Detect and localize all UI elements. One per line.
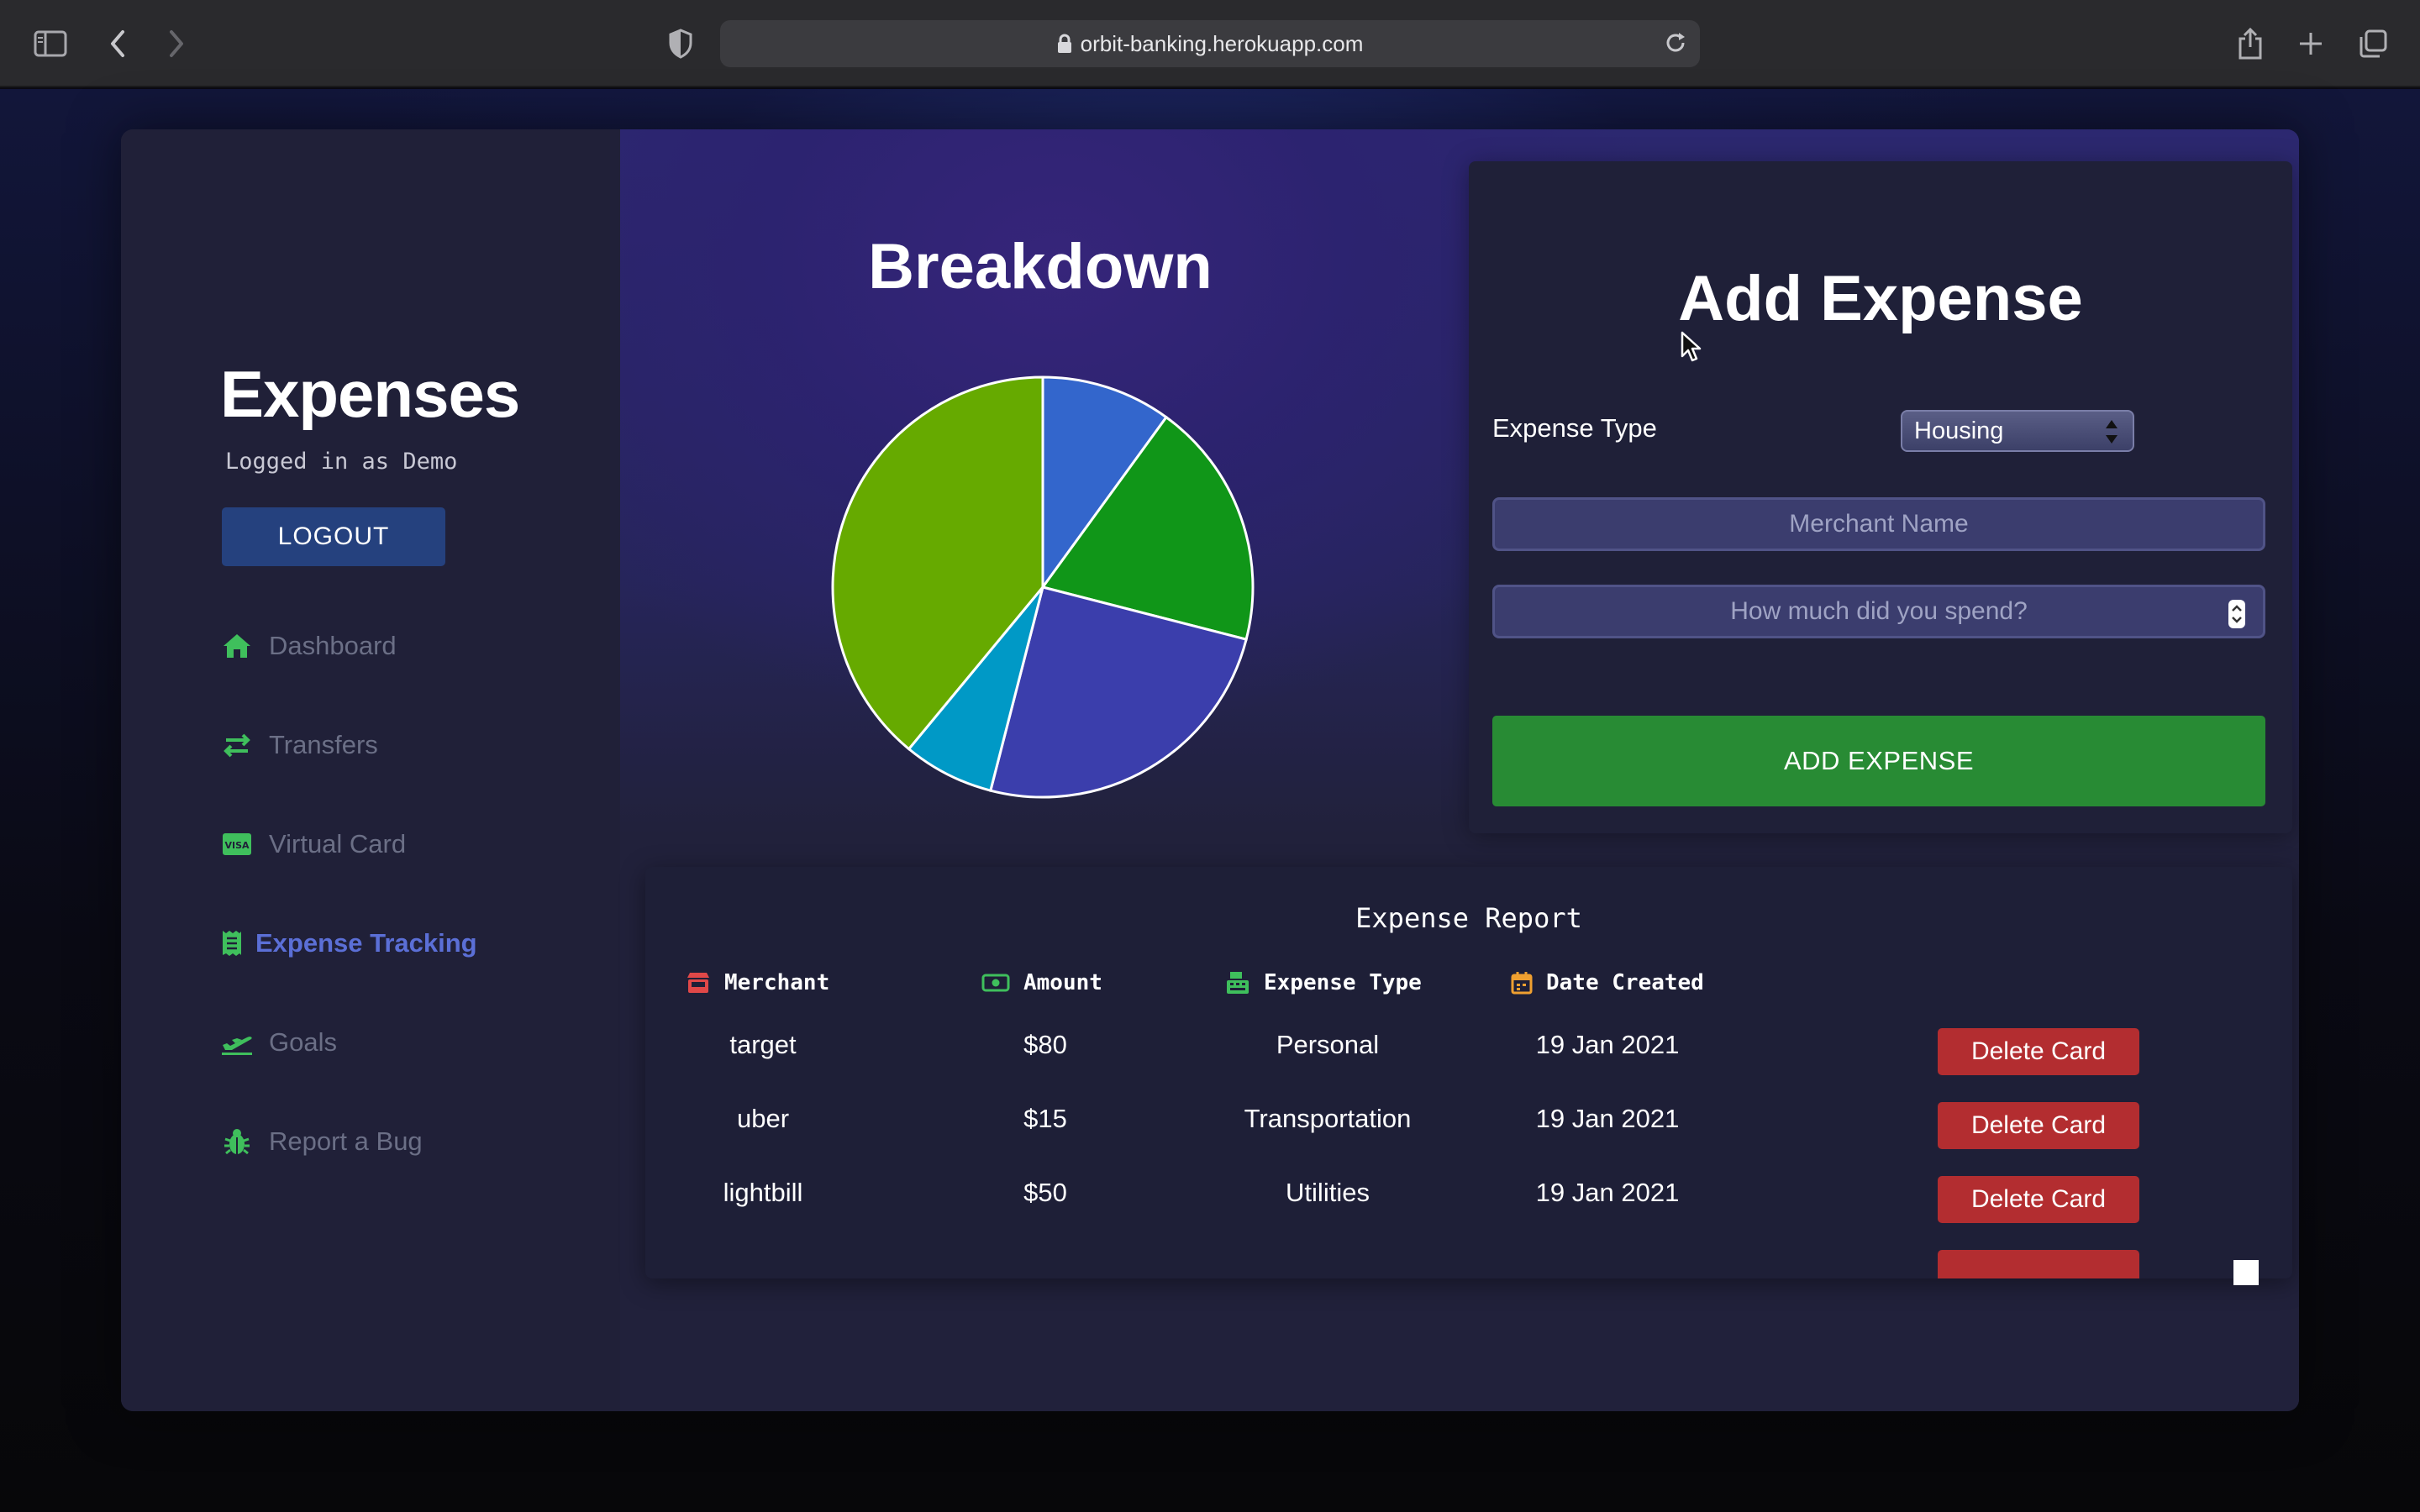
- cell-date: 19 Jan 2021: [1535, 1104, 1680, 1133]
- sidebar-item-dashboard[interactable]: Dashboard: [220, 625, 397, 667]
- merchant-placeholder: Merchant Name: [1789, 510, 1969, 538]
- reload-icon[interactable]: [1663, 30, 1688, 55]
- cell-expense-type: Transportation: [1244, 1104, 1412, 1133]
- column-header-merchant: Merchant: [686, 966, 829, 1000]
- sidebar-item-goals[interactable]: Goals: [220, 1021, 337, 1063]
- delete-card-button-partial[interactable]: [1938, 1250, 2139, 1278]
- expense-type-label: Expense Type: [1492, 413, 1657, 443]
- column-header-expense-type: Expense Type: [1225, 966, 1422, 1000]
- privacy-shield-icon[interactable]: [660, 24, 701, 64]
- tab-overview-icon[interactable]: [2353, 24, 2393, 64]
- calendar-icon: [1511, 971, 1533, 995]
- login-status: Logged in as Demo: [225, 449, 458, 475]
- sidebar-toggle-icon[interactable]: [30, 24, 71, 64]
- cell-amount: $80: [1023, 1030, 1067, 1059]
- address-bar[interactable]: orbit-banking.herokuapp.com: [720, 20, 1700, 67]
- mouse-cursor-icon: [1681, 331, 1702, 366]
- sidebar-item-label: Transfers: [269, 730, 378, 759]
- cell-expense-type: Utilities: [1286, 1178, 1370, 1207]
- lock-icon: [1057, 34, 1072, 54]
- url-text: orbit-banking.herokuapp.com: [1080, 30, 1364, 56]
- delete-card-button[interactable]: Delete Card: [1938, 1176, 2139, 1223]
- add-expense-button[interactable]: ADD EXPENSE: [1492, 716, 2265, 806]
- sidebar-item-label: Virtual Card: [269, 829, 407, 858]
- sidebar-item-expense-tracking[interactable]: Expense Tracking: [220, 922, 477, 964]
- sidebar-item-label: Goals: [269, 1027, 337, 1057]
- merchant-name-input[interactable]: Merchant Name: [1492, 497, 2265, 551]
- add-expense-title: Add Expense: [1678, 263, 2083, 334]
- receipt-icon: [220, 927, 244, 960]
- cell-amount: $50: [1023, 1178, 1067, 1207]
- sidebar-item-virtual-card[interactable]: VISA Virtual Card: [220, 823, 406, 865]
- transfer-arrows-icon: [220, 728, 254, 762]
- amount-input[interactable]: How much did you spend?: [1492, 585, 2265, 638]
- sidebar-item-label: Dashboard: [269, 631, 397, 660]
- column-header-date-created: Date Created: [1511, 966, 1704, 1000]
- number-stepper-icon[interactable]: [2228, 599, 2246, 636]
- visa-card-icon: VISA: [220, 827, 254, 861]
- expense-report-title: Expense Report: [1355, 902, 1582, 934]
- browser-toolbar: orbit-banking.herokuapp.com: [0, 0, 2420, 87]
- cash-register-icon: [1225, 970, 1250, 995]
- cell-expense-type: Personal: [1276, 1030, 1380, 1059]
- store-icon: [686, 971, 711, 995]
- cell-date: 19 Jan 2021: [1535, 1030, 1680, 1059]
- column-header-amount: Amount: [981, 966, 1102, 1000]
- home-icon: [220, 629, 254, 663]
- plane-takeoff-icon: [220, 1026, 254, 1059]
- cell-date: 19 Jan 2021: [1535, 1178, 1680, 1207]
- delete-card-button[interactable]: Delete Card: [1938, 1028, 2139, 1075]
- back-icon[interactable]: [97, 24, 138, 64]
- cell-amount: $15: [1023, 1104, 1067, 1133]
- forward-icon[interactable]: [156, 24, 197, 64]
- select-arrows-icon: [2104, 417, 2119, 454]
- share-icon[interactable]: [2230, 24, 2270, 64]
- sidebar-item-label: Expense Tracking: [255, 928, 477, 958]
- expense-type-select[interactable]: Housing: [1901, 410, 2134, 452]
- sidebar: Expenses Logged in as Demo LOGOUT Dashbo…: [121, 129, 620, 1411]
- column-header-label: Amount: [1023, 970, 1102, 995]
- add-expense-panel: Add Expense Expense Type Housing Merchan…: [1469, 161, 2292, 833]
- sidebar-item-report-bug[interactable]: Report a Bug: [220, 1121, 423, 1163]
- sidebar-item-transfers[interactable]: Transfers: [220, 724, 378, 766]
- app-container: Expenses Logged in as Demo LOGOUT Dashbo…: [121, 129, 2299, 1411]
- logout-button[interactable]: LOGOUT: [222, 507, 445, 566]
- column-header-label: Merchant: [724, 970, 830, 995]
- new-tab-icon[interactable]: [2291, 24, 2331, 64]
- column-header-label: Expense Type: [1264, 970, 1422, 995]
- delete-card-button[interactable]: Delete Card: [1938, 1102, 2139, 1149]
- money-icon: [981, 973, 1010, 993]
- main-content: Breakdown Add Expense Expense Type Housi…: [620, 129, 2299, 1411]
- expense-report: Expense Report Merchant Amount Expense T…: [645, 867, 2292, 1278]
- bug-icon: [220, 1125, 254, 1158]
- cell-merchant: target: [729, 1030, 797, 1059]
- scrollbar-corner[interactable]: [2233, 1260, 2259, 1285]
- page-title: Expenses: [220, 357, 520, 431]
- amount-placeholder: How much did you spend?: [1730, 597, 2028, 625]
- column-header-label: Date Created: [1546, 970, 1704, 995]
- breakdown-title: Breakdown: [868, 231, 1213, 302]
- sidebar-item-label: Report a Bug: [269, 1126, 423, 1156]
- cell-merchant: lightbill: [723, 1178, 803, 1207]
- expense-type-selected: Housing: [1914, 417, 2004, 444]
- cell-merchant: uber: [736, 1104, 790, 1133]
- breakdown-pie-chart: [831, 375, 1255, 799]
- svg-text:VISA: VISA: [224, 840, 250, 851]
